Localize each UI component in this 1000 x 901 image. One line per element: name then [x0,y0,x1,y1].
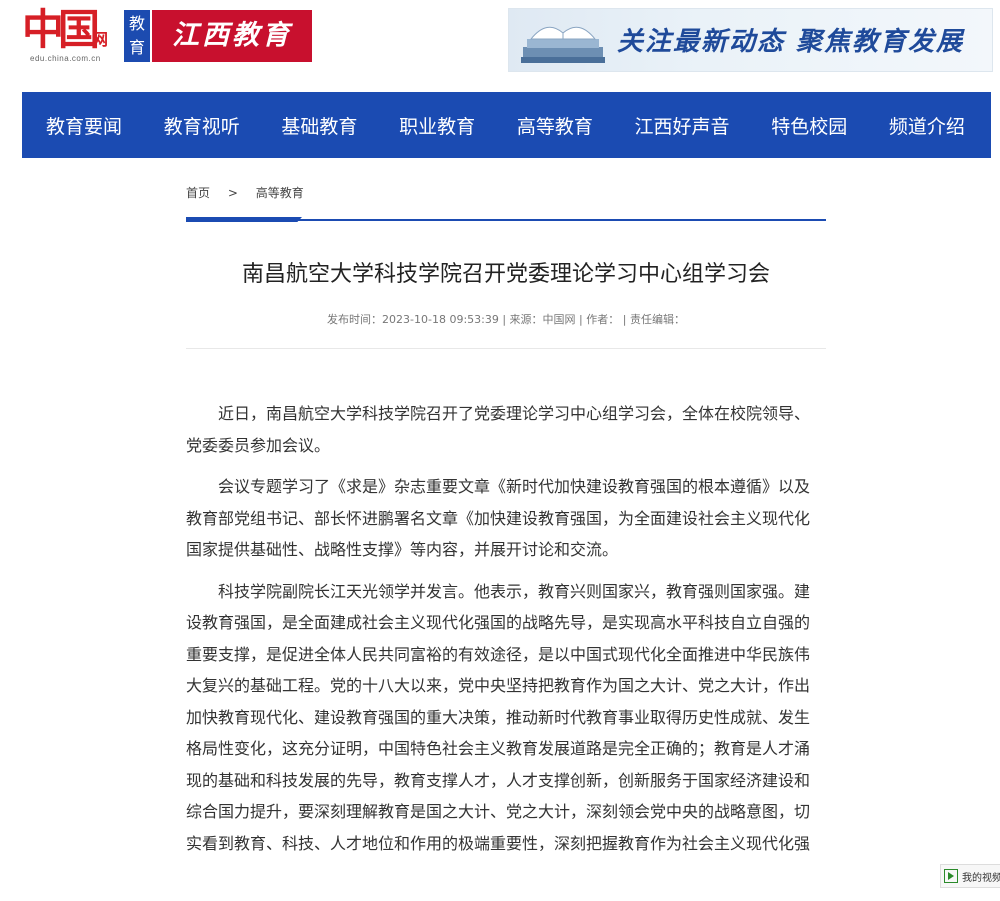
breadcrumb-accent [186,217,302,222]
nav-item-jiangxi-voices[interactable]: 江西好声音 [635,112,730,139]
logo-domain: edu.china.com.cn [30,54,101,63]
my-video-floating-bar[interactable]: 我的视频 [940,864,1000,888]
article-meta: 发布时间：2023-10-18 09:53:39 | 来源：中国网 | 作者： … [327,313,685,326]
meta-divider [186,348,826,349]
bottom-mask [0,863,1000,889]
article-title: 南昌航空大学科技学院召开党委理论学习中心组学习会 [241,262,770,287]
nav-item-channel-intro[interactable]: 频道介绍 [889,112,965,139]
china-net-logo[interactable]: 中国 网 edu.china.com.cn [22,6,122,66]
jiangxi-education-badge[interactable]: 江西教育 [152,10,312,62]
nav-item-vocational-education[interactable]: 职业教育 [399,112,475,139]
edu-badge-char-1: 教 [128,14,145,33]
edu-channel-badge[interactable]: 教 育 [124,10,150,62]
site-header: 中国 网 edu.china.com.cn 教 育 江西教育 关注最新动态 聚焦… [0,0,1000,82]
article-paragraph: 近日，南昌航空大学科技学院召开了党委理论学习中心组学习会，全体在校院领导、党委委… [186,404,811,455]
slogan-banner: 关注最新动态 聚焦教育发展 [508,8,993,72]
open-book-icon [521,26,605,63]
my-video-label: 我的视频 [962,872,1000,884]
breadcrumb-separator: > [227,186,238,200]
article-paragraph: 会议专题学习了《求是》杂志重要文章《新时代加快建设教育强国的根本遵循》以及教育部… [186,477,811,559]
play-icon [944,869,958,883]
nav-item-video[interactable]: 教育视听 [164,112,240,139]
nav-item-higher-education[interactable]: 高等教育 [517,112,593,139]
article-paragraph: 科技学院副院长江天光领学并发言。他表示，教育兴则国家兴，教育强则国家强。建设教育… [186,581,811,885]
nav-item-basic-education[interactable]: 基础教育 [281,112,357,139]
breadcrumb-home[interactable]: 首页 [186,186,210,200]
edu-badge-char-2: 育 [128,38,145,57]
article-body: 近日，南昌航空大学科技学院召开了党委理论学习中心组学习会，全体在校院领导、党委委… [186,398,816,901]
logo-chars: 中国 [22,5,100,54]
nav-item-featured-campus[interactable]: 特色校园 [771,112,847,139]
banner-slogan: 关注最新动态 聚焦教育发展 [617,27,965,57]
nav-item-news[interactable]: 教育要闻 [46,112,122,139]
logo-wang: 网 [92,30,109,49]
breadcrumb-current[interactable]: 高等教育 [256,186,304,200]
breadcrumb: 首页 > 高等教育 [186,184,318,201]
main-nav: 教育要闻 教育视听 基础教育 职业教育 高等教育 江西好声音 特色校园 频道介绍 [22,92,991,158]
